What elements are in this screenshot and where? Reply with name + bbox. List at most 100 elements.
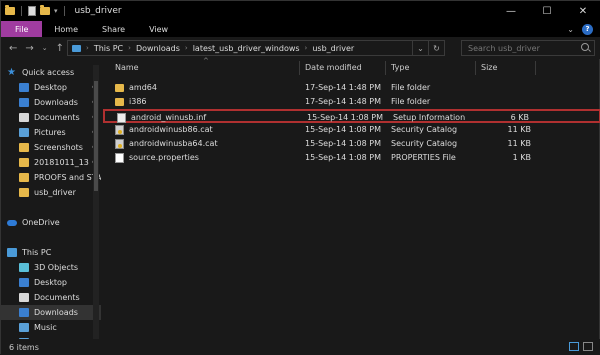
file-type: Security Catalog: [391, 139, 458, 148]
recent-locations-icon[interactable]: ⌄: [42, 44, 48, 52]
documents-icon: [19, 113, 29, 122]
customize-toolbar-icon[interactable]: ▾: [54, 7, 58, 15]
status-bar: 6 items: [1, 339, 600, 355]
up-button[interactable]: ↑: [56, 43, 64, 54]
new-folder-icon[interactable]: [40, 5, 50, 15]
search-icon: [581, 43, 589, 51]
nav-item[interactable]: Downloads⚲: [1, 95, 101, 110]
file-row[interactable]: source.properties 15-Sep-14 1:08 PM PROPER…: [103, 151, 600, 165]
back-button[interactable]: ←: [9, 43, 17, 54]
nav-item[interactable]: Documents: [1, 290, 101, 305]
chevron-right-icon[interactable]: ›: [185, 44, 188, 52]
details-view-icon[interactable]: [569, 342, 579, 351]
file-size: 11 KB: [507, 125, 531, 134]
security-catalog-icon: [115, 125, 124, 135]
maximize-button[interactable]: ☐: [529, 1, 565, 21]
folder-icon: [19, 173, 29, 182]
column-headers: ^ Name Date modified Type Size: [103, 57, 600, 77]
address-bar[interactable]: › This PC › Downloads › latest_usb_drive…: [67, 40, 445, 56]
column-divider[interactable]: [385, 61, 386, 75]
nav-item[interactable]: usb_driver: [1, 185, 101, 200]
close-button[interactable]: ✕: [565, 1, 600, 21]
nav-item-label: Downloads: [34, 98, 78, 107]
star-icon: ★: [7, 66, 16, 78]
file-row[interactable]: i386 17-Sep-14 1:48 PM File folder: [103, 95, 600, 109]
tab-view[interactable]: View: [137, 21, 180, 37]
column-divider[interactable]: [475, 61, 476, 75]
large-icons-view-icon[interactable]: [583, 342, 593, 351]
this-pc-icon: [72, 44, 81, 52]
search-box[interactable]: [461, 40, 595, 56]
nav-item[interactable]: Music: [1, 320, 101, 335]
download-icon: [19, 308, 29, 317]
file-type: File folder: [391, 83, 431, 92]
file-name: source.properties: [129, 153, 199, 162]
nav-item[interactable]: OneDrive: [1, 215, 101, 230]
window-controls: — ☐ ✕: [493, 1, 600, 21]
nav-item[interactable]: Desktop: [1, 275, 101, 290]
file-rows: amd64 17-Sep-14 1:48 PM File folder i386 17-…: [103, 81, 600, 165]
view-toggles: [569, 342, 593, 351]
forward-button[interactable]: →: [25, 43, 33, 54]
scrollbar-thumb[interactable]: [94, 81, 98, 191]
search-input[interactable]: [468, 43, 568, 53]
breadcrumb-this-pc[interactable]: This PC: [94, 44, 123, 53]
minimize-button[interactable]: —: [493, 1, 529, 21]
tab-share[interactable]: Share: [90, 21, 137, 37]
address-dropdown-icon[interactable]: ⌄: [412, 41, 428, 55]
tab-file[interactable]: File: [1, 21, 43, 37]
file-row[interactable]: androidwinusba64.cat 15-Sep-14 1:08 PM Sec…: [103, 137, 600, 151]
computer-icon: [7, 248, 17, 257]
chevron-right-icon[interactable]: ›: [305, 44, 308, 52]
file-row[interactable]: amd64 17-Sep-14 1:48 PM File folder: [103, 81, 600, 95]
nav-item[interactable]: 20181011_13⚲: [1, 155, 101, 170]
file-size: 6 KB: [510, 113, 529, 122]
nav-item-label: Desktop: [34, 278, 67, 287]
tab-home[interactable]: Home: [42, 21, 90, 37]
help-icon[interactable]: ?: [582, 23, 593, 35]
nav-item[interactable]: 3D Objects: [1, 260, 101, 275]
breadcrumb-downloads[interactable]: Downloads: [136, 44, 180, 53]
nav-item[interactable]: Documents⚲: [1, 110, 101, 125]
file-row[interactable]: android_winusb.inf 15-Sep-14 1:08 PM Setup…: [103, 109, 600, 123]
column-divider[interactable]: [299, 61, 300, 75]
chevron-right-icon[interactable]: ›: [86, 44, 89, 52]
nav-item-label: Pictures: [34, 128, 66, 137]
nav-item[interactable]: Screenshots⚲: [1, 140, 101, 155]
column-header-size[interactable]: Size: [481, 63, 497, 72]
expand-ribbon-icon[interactable]: ⌄: [567, 25, 574, 34]
properties-icon[interactable]: [28, 6, 36, 16]
column-header-date-modified[interactable]: Date modified: [305, 63, 362, 72]
file-name: androidwinusba64.cat: [129, 139, 218, 148]
chevron-right-icon[interactable]: ›: [128, 44, 131, 52]
nav-item[interactable]: Desktop⚲: [1, 80, 101, 95]
navigation-pane: ★Quick accessDesktop⚲Downloads⚲Documents…: [1, 65, 101, 339]
documents-icon: [19, 293, 29, 302]
nav-item[interactable]: ★ Quick access: [1, 65, 101, 80]
pictures-icon: [19, 128, 29, 137]
nav-item[interactable]: Pictures⚲: [1, 125, 101, 140]
nav-item-label: 3D Objects: [34, 263, 79, 272]
column-header-type[interactable]: Type: [391, 63, 409, 72]
nav-item[interactable]: Downloads: [1, 305, 101, 320]
breadcrumb-latest-usb-driver-windows[interactable]: latest_usb_driver_windows: [193, 44, 300, 53]
file-row[interactable]: androidwinusb86.cat 15-Sep-14 1:08 PM Secu…: [103, 123, 600, 137]
folder-icon: [5, 5, 15, 15]
nav-item-label: Music: [34, 323, 57, 332]
column-header-name[interactable]: Name: [115, 63, 139, 72]
navigation-scrollbar[interactable]: [93, 65, 99, 339]
breadcrumb-usb-driver[interactable]: usb_driver: [312, 44, 354, 53]
nav-item[interactable]: PROOFS and STA: [1, 170, 101, 185]
security-catalog-icon: [115, 139, 124, 149]
refresh-button[interactable]: ↻: [428, 41, 444, 55]
toolbar-divider: [63, 6, 65, 16]
cube-icon: [19, 263, 29, 272]
folder-icon: [115, 98, 124, 106]
folder-icon: [115, 84, 124, 92]
title-bar: ▾ usb_driver — ☐ ✕: [1, 1, 600, 21]
nav-item-label: Desktop: [34, 83, 67, 92]
nav-item-label: This PC: [22, 248, 52, 257]
column-divider[interactable]: [535, 61, 536, 75]
nav-item[interactable]: This PC: [1, 245, 101, 260]
